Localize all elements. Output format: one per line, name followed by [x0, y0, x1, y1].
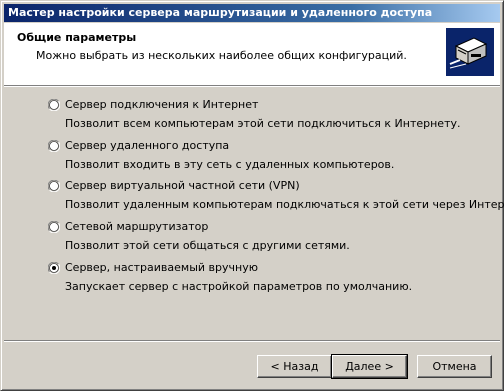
option-label[interactable]: Сервер виртуальной частной сети (VPN): [65, 179, 300, 192]
next-button[interactable]: Далее >: [331, 354, 408, 379]
option-description: Позволит входить в эту сеть с удаленных …: [65, 158, 395, 171]
option-description: Позволит удаленным компьютерам подключат…: [65, 198, 504, 211]
radio-button[interactable]: [47, 220, 61, 234]
option-description: Запускает сервер с настройкой параметров…: [65, 280, 413, 293]
back-button[interactable]: < Назад: [257, 355, 332, 378]
option-label[interactable]: Сервер удаленного доступа: [65, 139, 229, 152]
radio-button[interactable]: [47, 98, 61, 112]
wizard-window: Мастер настройки сервера маршрутизации и…: [0, 0, 504, 391]
option-label[interactable]: Сервер подключения к Интернет: [65, 98, 258, 111]
option-description: Позволит всем компьютерам этой сети подк…: [65, 117, 461, 130]
header-subtitle: Можно выбрать из нескольких наиболее общ…: [36, 49, 407, 62]
option-label[interactable]: Сетевой маршрутизатор: [65, 220, 208, 233]
option-label[interactable]: Сервер, настраиваемый вручную: [65, 261, 258, 274]
radio-button-selected[interactable]: [47, 261, 61, 275]
radio-button[interactable]: [47, 139, 61, 153]
header-divider: [4, 85, 500, 87]
title-bar[interactable]: Мастер настройки сервера маршрутизации и…: [4, 4, 500, 22]
option-description: Позволит этой сети общаться с другими се…: [65, 239, 350, 252]
cancel-button[interactable]: Отмена: [417, 355, 492, 378]
server-network-icon: [446, 28, 494, 76]
wizard-header: Общие параметры Можно выбрать из несколь…: [4, 23, 500, 85]
window-title: Мастер настройки сервера маршрутизации и…: [8, 6, 433, 19]
header-title: Общие параметры: [17, 31, 137, 44]
footer-divider: [4, 340, 500, 342]
radio-button[interactable]: [47, 179, 61, 193]
